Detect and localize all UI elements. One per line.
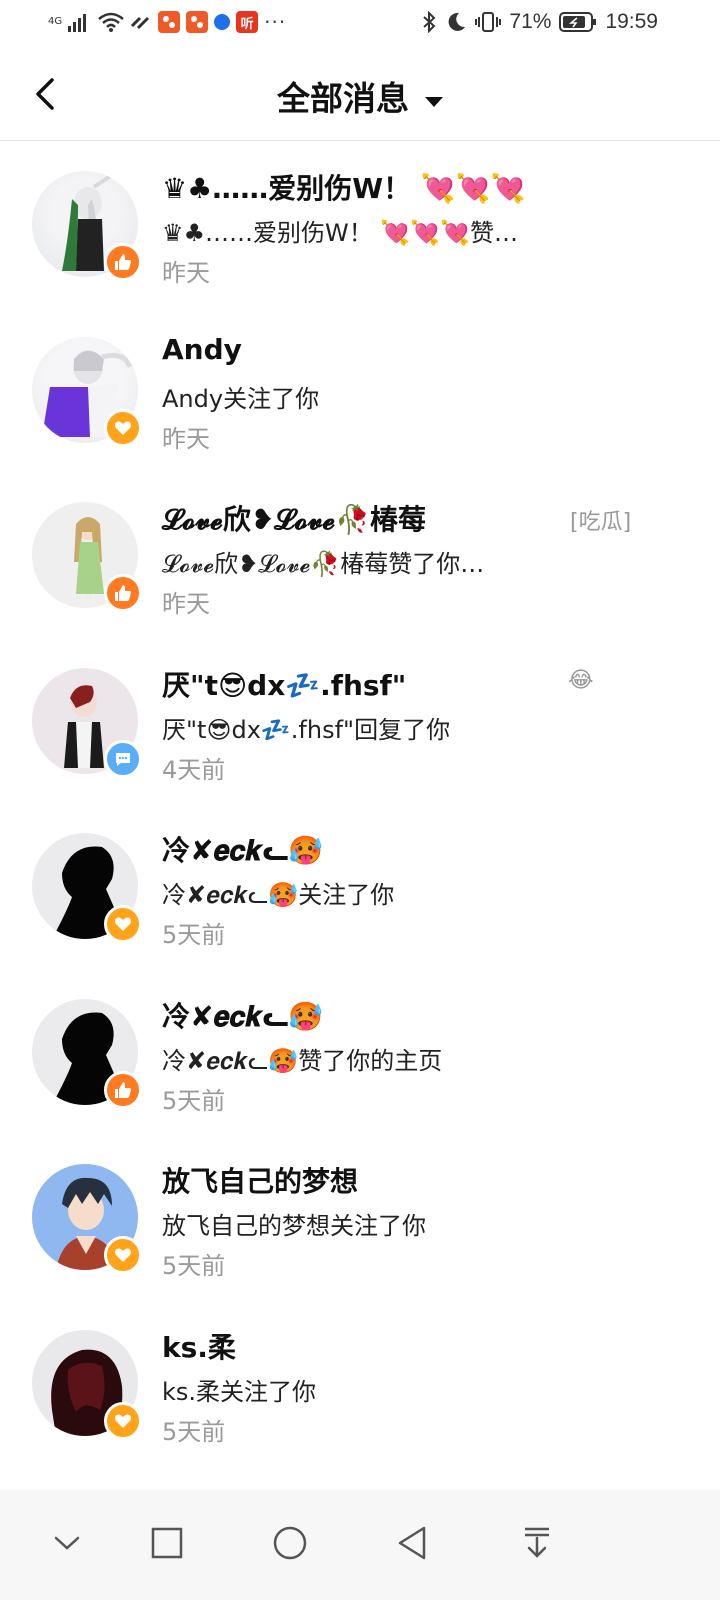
message-time: 昨天 [162, 590, 210, 618]
message-time: 5天前 [162, 1417, 226, 1446]
moon-icon [448, 12, 466, 31]
home-button[interactable] [265, 1518, 315, 1568]
notification-pull-icon [525, 1527, 549, 1558]
sender-name: ♛♣……爱别伤W！ 💘💘💘 [162, 172, 526, 205]
app-notification-icon [158, 11, 181, 33]
clock: 19:59 [605, 10, 658, 33]
message-preview: 冷✘𝒆𝒄𝒌ᓚ🥵关注了你 [162, 881, 395, 909]
heart-icon [115, 917, 131, 931]
list-item[interactable]: 放飞自己的梦想 放飞自己的梦想关注了你 5天前 [0, 1134, 720, 1300]
battery-icon [559, 12, 597, 32]
message-preview: ks.柔关注了你 [162, 1377, 317, 1406]
hd-link-icon [131, 16, 150, 30]
list-item[interactable]: ks.柔 ks.柔关注了你 5天前 [0, 1300, 720, 1466]
home-icon [273, 1526, 307, 1560]
list-item[interactable]: 冷✘𝒆𝒄𝒌ᓚ🥵 冷✘𝒆𝒄𝒌ᓚ🥵关注了你 5天前 [0, 803, 720, 969]
collapse-button[interactable] [42, 1518, 92, 1568]
heart-icon [115, 421, 131, 435]
sender-name: Andy [162, 332, 242, 366]
message-time: 4天前 [162, 755, 226, 784]
message-preview: ♛♣……爱别伤W！ 💘💘💘赞… [162, 219, 519, 247]
reply-badge [104, 739, 142, 778]
follow-badge [104, 1401, 142, 1440]
like-badge [104, 1070, 142, 1109]
listen-app-icon: 听 [236, 11, 259, 33]
bluetooth-icon [423, 11, 436, 33]
heart-icon [115, 1248, 131, 1262]
more-notifications-icon: ··· [264, 10, 287, 34]
network-type: 4G [48, 16, 63, 27]
sender-name: 冷✘𝒆𝒄𝒌ᓚ🥵 [162, 834, 324, 867]
sender-name: 𝓛𝓸𝓿𝓮欣❥𝓛𝓸𝓿𝓮🥀椿莓 [162, 503, 427, 536]
top-bar: 全部消息 [0, 48, 720, 141]
collapse-icon [54, 1536, 80, 1550]
message-preview: 𝓛𝓸𝓿𝓮欣❥𝓛𝓸𝓿𝓮🥀椿莓赞了你… [162, 550, 485, 578]
list-item[interactable]: 冷✘𝒆𝒄𝒌ᓚ🥵 冷✘𝒆𝒄𝒌ᓚ🥵赞了你的主页 5天前 [0, 969, 720, 1135]
like-badge [104, 574, 142, 612]
message-time: 昨天 [162, 424, 210, 453]
page-title: 全部消息 [277, 79, 409, 118]
thumbs-up-icon [115, 1081, 131, 1098]
status-bar: 4G 听 ··· 71% 19:59 [0, 0, 720, 48]
battery-percent: 71% [509, 10, 552, 33]
comment-icon [116, 752, 130, 766]
sender-name: 放飞自己的梦想 [162, 1165, 359, 1198]
message-preview: 冷✘𝒆𝒄𝒌ᓚ🥵赞了你的主页 [162, 1046, 443, 1075]
message-preview: Andy关注了你 [162, 384, 320, 413]
list-item[interactable]: Andy Andy关注了你 昨天 [0, 307, 720, 473]
browser-notification-icon [214, 14, 231, 30]
follow-badge [104, 1236, 142, 1274]
message-list: ♛♣……爱别伤W！ 💘💘💘 ♛♣……爱别伤W！ 💘💘💘赞… 昨天 Andy An… [0, 141, 720, 1465]
like-badge [104, 243, 142, 281]
thumbs-up-icon [115, 254, 131, 270]
message-filter-dropdown[interactable]: 全部消息 [0, 72, 720, 120]
message-time: 5天前 [162, 1086, 226, 1115]
message-preview: 厌"t😎dx💤.fhsf"回复了你 [162, 715, 451, 744]
sticker-tag: [吃瓜] [570, 510, 632, 535]
status-left: 4G 听 ··· [48, 10, 286, 34]
message-preview: 放飞自己的梦想关注了你 [162, 1212, 426, 1240]
caret-down-icon [425, 96, 443, 107]
sender-name: 厌"t😎dx💤.fhsf" [162, 668, 407, 702]
app-notification-icon-2 [186, 11, 209, 33]
notification-pull-button[interactable] [512, 1518, 562, 1568]
thumbs-up-icon [115, 585, 131, 601]
list-item[interactable]: ♛♣……爱别伤W！ 💘💘💘 ♛♣……爱别伤W！ 💘💘💘赞… 昨天 [0, 141, 720, 307]
status-right: 71% 19:59 [421, 10, 658, 34]
message-time: 5天前 [162, 1252, 226, 1280]
reply-emoji: 😂 [568, 667, 594, 693]
recents-button[interactable] [142, 1518, 192, 1568]
wifi-icon [98, 12, 124, 32]
message-time: 昨天 [162, 259, 210, 287]
list-item[interactable]: 厌"t😎dx💤.fhsf" 😂 厌"t😎dx💤.fhsf"回复了你 4天前 [0, 638, 720, 804]
system-back-button[interactable] [388, 1518, 438, 1568]
list-item[interactable]: 𝓛𝓸𝓿𝓮欣❥𝓛𝓸𝓿𝓮🥀椿莓 [吃瓜] 𝓛𝓸𝓿𝓮欣❥𝓛𝓸𝓿𝓮🥀椿莓赞了你… 昨天 [0, 472, 720, 638]
signal-icon [68, 14, 87, 32]
follow-badge [104, 408, 142, 447]
heart-icon [115, 1414, 131, 1428]
back-icon [398, 1526, 426, 1560]
sender-name: ks.柔 [162, 1330, 236, 1364]
system-nav-bar [0, 1490, 720, 1600]
sender-name: 冷✘𝒆𝒄𝒌ᓚ🥵 [162, 999, 324, 1033]
recents-icon [151, 1527, 183, 1559]
vibrate-icon [475, 12, 502, 32]
follow-badge [104, 905, 142, 943]
message-time: 5天前 [162, 921, 226, 949]
